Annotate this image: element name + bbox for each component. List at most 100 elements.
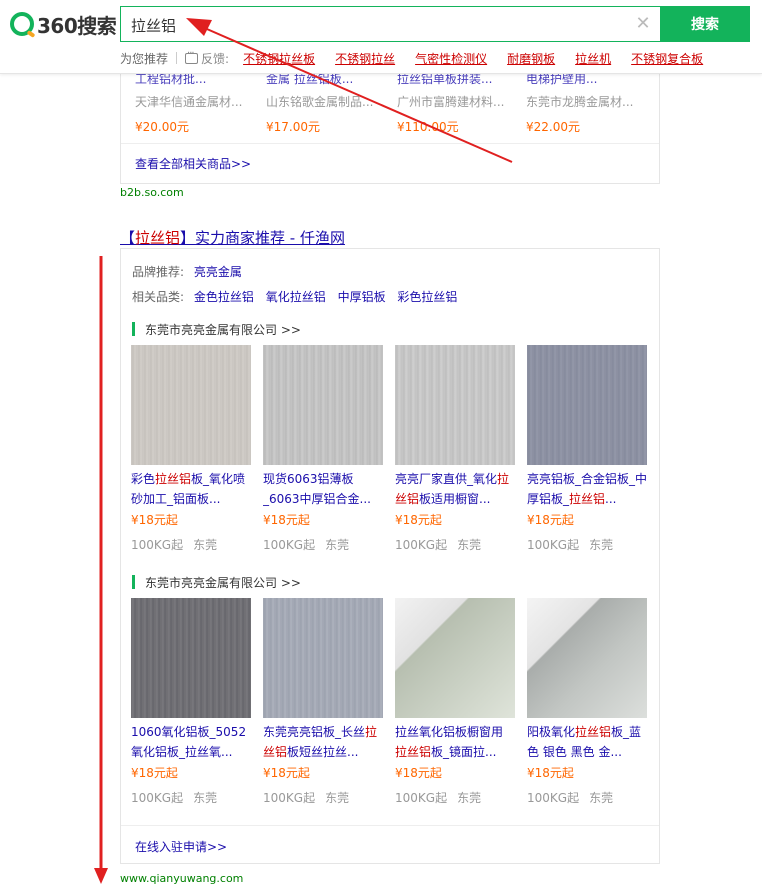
b2b-product-box: 工程铝材批... 天津华信通金属材... ¥20.00元 金属 拉丝铝板... … xyxy=(120,60,660,184)
title-highlight: 拉丝铝 xyxy=(575,725,612,739)
product-city: 东莞 xyxy=(193,538,218,552)
product-meta: 100KG起 东莞 xyxy=(395,789,515,806)
suggestion-link[interactable]: 不锈钢拉丝板 xyxy=(243,50,315,67)
product-image[interactable] xyxy=(527,345,647,465)
b2b-item[interactable]: 拉丝铝单板拼装... 广州市富腾建材料... ¥110.00元 xyxy=(397,70,517,135)
category-link[interactable]: 中厚铝板 xyxy=(338,290,386,304)
product-image[interactable] xyxy=(527,598,647,718)
title-highlight: 拉丝铝 xyxy=(569,492,606,506)
product-city: 东莞 xyxy=(589,791,614,805)
product-card[interactable]: 亮亮铝板_合金铝板_中厚铝板_拉丝铝... ¥18元起 100KG起 东莞 xyxy=(527,345,647,553)
feedback-label[interactable]: 反馈: xyxy=(201,50,229,67)
category-link[interactable]: 彩色拉丝铝 xyxy=(397,290,457,304)
annotation-arrow-vertical xyxy=(94,256,108,884)
product-image[interactable] xyxy=(395,598,515,718)
product-title[interactable]: 亮亮厂家直供_氧化拉丝铝板适用橱窗... xyxy=(395,469,515,509)
title-highlight: 拉丝铝 xyxy=(135,229,181,247)
company-name[interactable]: 东莞市亮亮金属有限公司 >> xyxy=(145,574,301,591)
product-meta: 100KG起 东莞 xyxy=(131,536,251,553)
company-link[interactable]: 东莞市亮亮金属有限公司 >> xyxy=(132,321,301,337)
company-name[interactable]: 东莞市亮亮金属有限公司 >> xyxy=(145,321,301,338)
category-link[interactable]: 氧化拉丝铝 xyxy=(266,290,326,304)
search-button[interactable]: 搜索 xyxy=(660,6,750,42)
accent-bar xyxy=(132,322,135,336)
title-text: 板适用橱窗... xyxy=(419,492,491,506)
product-meta: 100KG起 东莞 xyxy=(527,536,647,553)
product-title[interactable]: 亮亮铝板_合金铝板_中厚铝板_拉丝铝... xyxy=(527,469,647,509)
category-link[interactable]: 金色拉丝铝 xyxy=(194,290,254,304)
divider xyxy=(121,825,659,826)
product-card[interactable]: 现货6063铝薄板_6063中厚铝合金... ¥18元起 100KG起 东莞 xyxy=(263,345,383,553)
product-title[interactable]: 现货6063铝薄板_6063中厚铝合金... xyxy=(263,469,383,509)
product-title[interactable]: 东莞亮亮铝板_长丝拉丝铝板短丝拉丝... xyxy=(263,722,383,762)
product-price: ¥18元起 xyxy=(527,513,574,527)
product-image[interactable] xyxy=(263,345,383,465)
suggestion-link[interactable]: 拉丝机 xyxy=(575,50,611,67)
title-text: 1060氧化铝板_5052氧化铝板_拉丝氧... xyxy=(131,725,247,759)
product-meta: 100KG起 东莞 xyxy=(263,536,383,553)
b2b-item-company: 广州市富腾建材料... xyxy=(397,95,505,109)
product-card[interactable]: 彩色拉丝铝板_氧化喷砂加工_铝面板... ¥18元起 100KG起 东莞 xyxy=(131,345,251,553)
b2b-item-price: ¥110.00元 xyxy=(397,120,459,134)
b2b-item-price: ¥22.00元 xyxy=(526,120,580,134)
result-title-link[interactable]: 【拉丝铝】实力商家推荐 - 仟渔网 xyxy=(120,227,345,248)
product-city: 东莞 xyxy=(325,538,350,552)
title-highlight: 拉丝铝 xyxy=(395,745,432,759)
clear-icon[interactable]: ✕ xyxy=(633,14,653,34)
search-box[interactable]: ✕ xyxy=(120,6,660,42)
search-input[interactable] xyxy=(131,13,611,37)
product-price: ¥18元起 xyxy=(395,513,442,527)
suggestion-link[interactable]: 气密性检测仪 xyxy=(415,50,487,67)
product-price: ¥18元起 xyxy=(131,513,178,527)
product-title[interactable]: 彩色拉丝铝板_氧化喷砂加工_铝面板... xyxy=(131,469,251,509)
product-image[interactable] xyxy=(131,345,251,465)
product-meta: 100KG起 东莞 xyxy=(263,789,383,806)
product-meta: 100KG起 东莞 xyxy=(131,789,251,806)
logo[interactable]: 360搜索 xyxy=(10,11,117,38)
product-moq: 100KG起 xyxy=(395,538,448,552)
merchant-result-box: 品牌推荐: 亮亮金属 相关品类: 金色拉丝铝 氧化拉丝铝 中厚铝板 彩色拉丝铝 … xyxy=(120,248,660,864)
product-price: ¥18元起 xyxy=(263,513,310,527)
product-title[interactable]: 1060氧化铝板_5052氧化铝板_拉丝氧... xyxy=(131,722,251,762)
b2b-item-price: ¥20.00元 xyxy=(135,120,189,134)
product-moq: 100KG起 xyxy=(395,791,448,805)
logo-icon xyxy=(10,12,34,36)
product-card[interactable]: 东莞亮亮铝板_长丝拉丝铝板短丝拉丝... ¥18元起 100KG起 东莞 xyxy=(263,598,383,806)
b2b-item[interactable]: 工程铝材批... 天津华信通金属材... ¥20.00元 xyxy=(135,70,255,135)
category-label: 相关品类: xyxy=(132,290,185,304)
product-city: 东莞 xyxy=(457,791,482,805)
product-title[interactable]: 拉丝氧化铝板橱窗用拉丝铝板_镜面拉... xyxy=(395,722,515,762)
product-moq: 100KG起 xyxy=(527,538,580,552)
product-image[interactable] xyxy=(131,598,251,718)
product-card[interactable]: 亮亮厂家直供_氧化拉丝铝板适用橱窗... ¥18元起 100KG起 东莞 xyxy=(395,345,515,553)
product-moq: 100KG起 xyxy=(131,538,184,552)
suggest-label: 为您推荐 xyxy=(120,51,169,66)
product-card[interactable]: 阳极氧化拉丝铝板_蓝色 银色 黑色 金... ¥18元起 100KG起 东莞 xyxy=(527,598,647,806)
apply-link[interactable]: 在线入驻申请>> xyxy=(135,838,227,855)
product-image[interactable] xyxy=(263,598,383,718)
b2b-item-company: 山东铭歌金属制品... xyxy=(266,95,374,109)
title-text: 亮亮厂家直供_氧化 xyxy=(395,472,498,486)
b2b-item-company: 东莞市龙腾金属材... xyxy=(526,95,634,109)
b2b-item[interactable]: 电梯护壁用... 东莞市龙腾金属材... ¥22.00元 xyxy=(526,70,646,135)
title-prefix: 【 xyxy=(120,229,136,247)
product-image[interactable] xyxy=(395,345,515,465)
title-text: 彩色 xyxy=(131,472,156,486)
company-link[interactable]: 东莞市亮亮金属有限公司 >> xyxy=(132,574,301,590)
b2b-item[interactable]: 金属 拉丝铝板... 山东铭歌金属制品... ¥17.00元 xyxy=(266,70,386,135)
divider xyxy=(176,52,178,64)
suggestion-link[interactable]: 耐磨钢板 xyxy=(507,50,555,67)
suggestion-link[interactable]: 不锈钢拉丝 xyxy=(335,50,395,67)
feedback-icon[interactable] xyxy=(185,48,199,64)
title-suffix: 】实力商家推荐 - 仟渔网 xyxy=(180,229,345,247)
view-all-products-link[interactable]: 查看全部相关商品>> xyxy=(135,155,251,172)
brand-link[interactable]: 亮亮金属 xyxy=(194,265,242,279)
suggestion-link[interactable]: 不锈钢复合板 xyxy=(631,50,703,67)
product-price: ¥18元起 xyxy=(131,766,178,780)
product-meta: 100KG起 东莞 xyxy=(395,536,515,553)
product-price: ¥18元起 xyxy=(527,766,574,780)
product-card[interactable]: 1060氧化铝板_5052氧化铝板_拉丝氧... ¥18元起 100KG起 东莞 xyxy=(131,598,251,806)
product-card[interactable]: 拉丝氧化铝板橱窗用拉丝铝板_镜面拉... ¥18元起 100KG起 东莞 xyxy=(395,598,515,806)
product-price: ¥18元起 xyxy=(263,766,310,780)
product-title[interactable]: 阳极氧化拉丝铝板_蓝色 银色 黑色 金... xyxy=(527,722,647,762)
